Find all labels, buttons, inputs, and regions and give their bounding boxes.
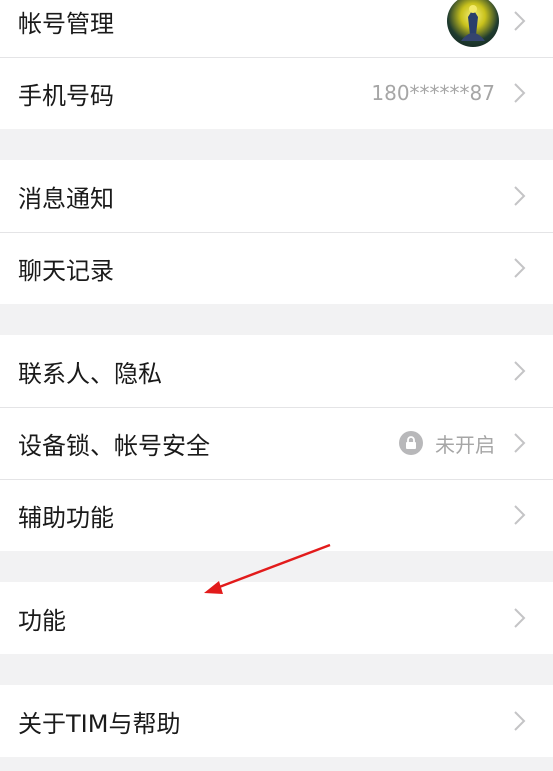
chat-history-item[interactable]: 聊天记录 — [0, 232, 553, 304]
contacts-privacy-label: 联系人、隐私 — [18, 359, 162, 388]
about-help-label: 关于TIM与帮助 — [18, 709, 181, 738]
features-label: 功能 — [18, 606, 66, 635]
messages-group: 消息通知 聊天记录 — [0, 160, 553, 304]
chevron-right-icon — [514, 505, 526, 525]
settings-page: 帐号管理 手机号码 180******87 消息通知 聊天记录 联系人、隐私 设… — [0, 0, 553, 757]
phone-number-value: 180******87 — [371, 81, 495, 105]
account-group: 帐号管理 手机号码 180******87 — [0, 0, 553, 129]
notifications-item[interactable]: 消息通知 — [0, 160, 553, 232]
chevron-right-icon — [514, 11, 526, 31]
features-item[interactable]: 功能 — [0, 582, 553, 654]
section-gap — [0, 654, 553, 685]
lock-icon — [399, 431, 423, 455]
notifications-label: 消息通知 — [18, 184, 114, 213]
section-gap — [0, 304, 553, 335]
chevron-right-icon — [514, 361, 526, 381]
about-group: 关于TIM与帮助 — [0, 685, 553, 757]
chevron-right-icon — [514, 433, 526, 453]
device-lock-status: 未开启 — [399, 429, 503, 458]
accessibility-label: 辅助功能 — [18, 503, 114, 532]
avatar-figure-icon — [461, 5, 485, 41]
contacts-privacy-item[interactable]: 联系人、隐私 — [0, 335, 553, 407]
section-gap — [0, 129, 553, 160]
features-group: 功能 — [0, 582, 553, 654]
about-help-item[interactable]: 关于TIM与帮助 — [0, 685, 553, 757]
chevron-right-icon — [514, 186, 526, 206]
phone-number-label: 手机号码 — [18, 81, 114, 110]
device-lock-item[interactable]: 设备锁、帐号安全 未开启 — [0, 407, 553, 479]
device-lock-label: 设备锁、帐号安全 — [18, 431, 210, 460]
chevron-right-icon — [514, 608, 526, 628]
account-management-label: 帐号管理 — [18, 9, 114, 38]
device-lock-value: 未开启 — [435, 432, 495, 457]
avatar — [447, 0, 499, 47]
section-gap — [0, 551, 553, 582]
privacy-group: 联系人、隐私 设备锁、帐号安全 未开启 辅助功能 — [0, 335, 553, 551]
phone-number-item[interactable]: 手机号码 180******87 — [0, 57, 553, 129]
chevron-right-icon — [514, 83, 526, 103]
account-management-item[interactable]: 帐号管理 — [0, 0, 553, 57]
chevron-right-icon — [514, 711, 526, 731]
chat-history-label: 聊天记录 — [18, 256, 114, 285]
chevron-right-icon — [514, 258, 526, 278]
accessibility-item[interactable]: 辅助功能 — [0, 479, 553, 551]
